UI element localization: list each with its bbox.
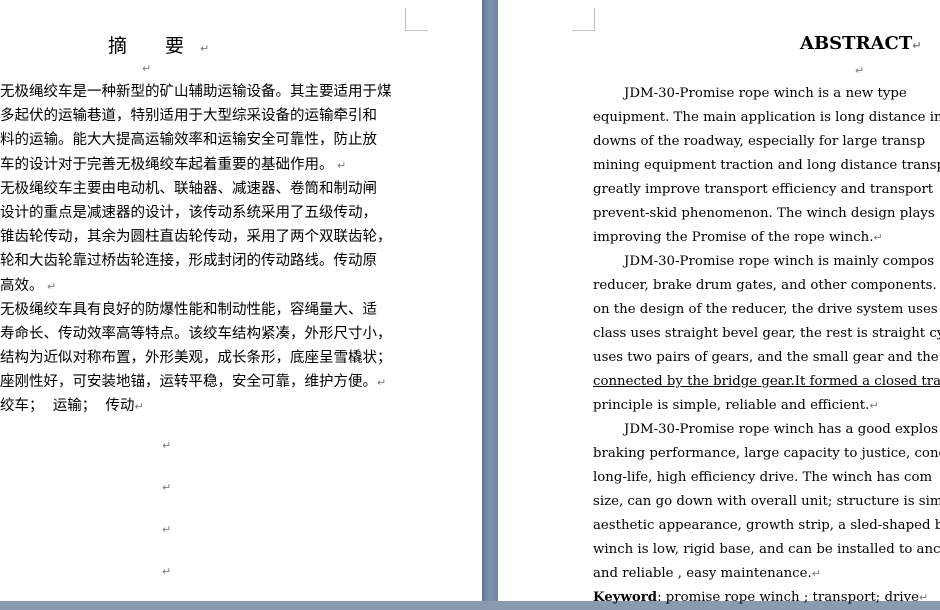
text-line: connected by the bridge gear.It formed a… xyxy=(593,374,940,389)
text-line: prevent-skid phenomenon. The winch desig… xyxy=(593,206,935,221)
english-body[interactable]: JDM-30-Promise rope winch is a new type … xyxy=(593,82,940,610)
paragraph-mark-icon: ↵ xyxy=(162,523,172,536)
text-line: winch is low, rigid base, and can be ins… xyxy=(593,542,940,557)
paragraph-mark-icon: ↵ xyxy=(43,279,57,293)
text-line: long-life, high efficiency drive. The wi… xyxy=(593,470,933,485)
paragraph-mark-icon: ↵ xyxy=(162,481,172,494)
text-line: size, can go down with overall unit; str… xyxy=(593,494,940,509)
paragraph-mark-icon: ↵ xyxy=(134,400,144,414)
text-line: 寿命长、传动效率高等特点。该绞车结构紧凑，外形尺寸小， xyxy=(0,325,392,342)
text-line: 结构为近似对称布置，外形美观，成长条形，底座呈雪橇状； xyxy=(0,350,392,367)
text-line: JDM-30-Promise rope winch is mainly comp… xyxy=(624,254,935,269)
text-line: uses two pairs of gears, and the small g… xyxy=(593,350,940,365)
text-line: 设计的重点是减速器的设计，该传动系统采用了五级传动， xyxy=(0,204,377,221)
text-line: mining equipment traction and long dista… xyxy=(593,158,940,173)
text-line: improving the Promise of the rope winch.… xyxy=(593,230,883,245)
chinese-title[interactable]: 摘 要↵ xyxy=(108,31,209,58)
english-title-text: ABSTRACT xyxy=(800,33,913,54)
text-line: aesthetic appearance, growth strip, a sl… xyxy=(593,518,940,533)
margin-corner-mark xyxy=(405,8,428,31)
text-line: JDM-30-Promise rope winch has a good exp… xyxy=(624,422,938,437)
keyword-label: Keyword xyxy=(593,590,658,605)
paragraph-mark-icon: ↵ xyxy=(855,64,865,77)
text-line: 料的运输。能大大提高运输效率和运输安全可靠性，防止放 xyxy=(0,132,377,149)
margin-corner-mark xyxy=(572,8,595,31)
paragraph-mark-icon: ↵ xyxy=(869,399,879,412)
keyword-line: 绞车； 运输； 传动↵ xyxy=(0,398,144,415)
paragraph-mark-icon: ↵ xyxy=(912,39,922,52)
text-line: 无极绳绞车是一种新型的矿山辅助运输设备。其主要适用于煤 xyxy=(0,84,392,100)
chinese-body[interactable]: 无极绳绞车是一种新型的矿山辅助运输设备。其主要适用于煤 多起伏的运输巷道，特别适… xyxy=(0,80,482,419)
text-line: braking performance, large capacity to j… xyxy=(593,446,940,461)
paragraph-mark-icon: ↵ xyxy=(142,62,152,75)
text-line: class uses straight bevel gear, the rest… xyxy=(593,326,940,341)
text-line: 轮和大齿轮靠过桥齿轮连接，形成封闭的传动路线。传动原 xyxy=(0,253,377,270)
text-line: 车的设计对于完善无极绳绞车起着重要的基础作用。 ↵ xyxy=(0,156,347,173)
keyword-line: Keyword: promise rope winch ; transport;… xyxy=(593,586,940,610)
chinese-title-text: 摘 要 xyxy=(108,35,201,57)
text-line: 高效。 ↵ xyxy=(0,277,57,294)
paragraph-mark-icon: ↵ xyxy=(919,591,929,604)
keyword-text: : promise rope winch ; transport; drive xyxy=(657,590,919,605)
text-line: principle is simple, reliable and effici… xyxy=(593,398,879,413)
text-line: 无极绳绞车具有良好的防爆性能和制动性能，容绳量大、适 xyxy=(0,301,377,318)
paragraph-mark-icon: ↵ xyxy=(377,376,387,390)
paragraph-mark-icon: ↵ xyxy=(200,42,210,55)
text-line: 多起伏的运输巷道，特别适用于大型综采设备的运输牵引和 xyxy=(0,108,377,125)
paragraph-mark-icon: ↵ xyxy=(811,567,821,580)
paragraph-mark-icon: ↵ xyxy=(162,439,172,452)
text-line: greatly improve transport efficiency and… xyxy=(593,182,934,197)
text-line: JDM-30-Promise rope winch is a new type xyxy=(624,86,907,101)
text-line: 锥齿轮传动，其余为圆柱直齿轮传动，采用了两个双联齿轮， xyxy=(0,229,392,246)
text-line: downs of the roadway, especially for lar… xyxy=(593,134,926,149)
paragraph-mark-icon: ↵ xyxy=(333,158,347,172)
text-line: 无极绳绞车主要由电动机、联轴器、减速器、卷筒和制动闸 xyxy=(0,180,377,197)
text-line: on the design of the reducer, the drive … xyxy=(593,302,938,317)
text-line: reducer, brake drum gates, and other com… xyxy=(593,278,940,293)
page-gutter xyxy=(482,0,498,601)
text-line: equipment. The main application is long … xyxy=(593,110,940,125)
text-line: 座刚性好，可安装地锚，运转平稳，安全可靠，维护方便。↵ xyxy=(0,374,387,391)
text-line: and reliable , easy maintenance.↵ xyxy=(593,566,821,581)
paragraph-mark-icon: ↵ xyxy=(162,565,172,578)
paragraph-mark-icon: ↵ xyxy=(873,231,883,244)
english-title[interactable]: ABSTRACT↵ xyxy=(800,33,921,54)
